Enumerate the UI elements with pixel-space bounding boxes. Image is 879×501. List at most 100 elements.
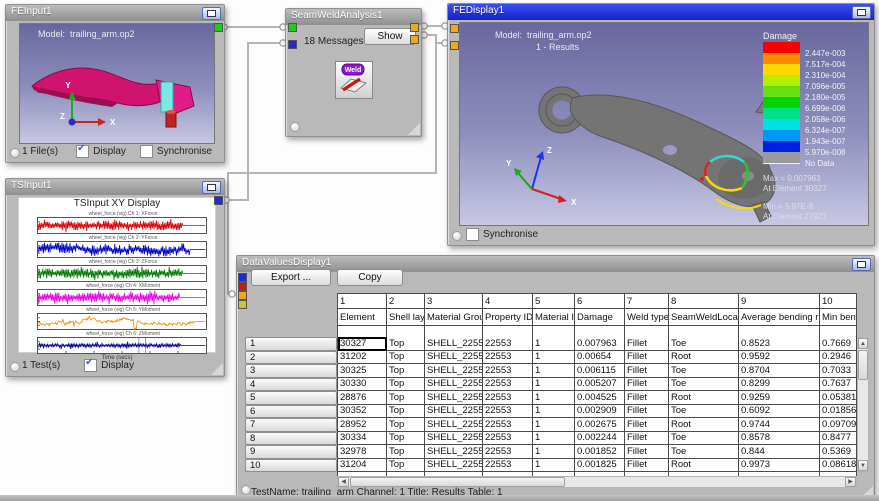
table-cell[interactable]: 6 bbox=[575, 294, 625, 309]
table-cell[interactable]: 10 bbox=[820, 294, 857, 309]
table-row-header[interactable]: 10 bbox=[245, 459, 337, 473]
table-cell[interactable]: 0.7669 bbox=[820, 337, 857, 351]
table-cell[interactable]: 0.8523 bbox=[739, 337, 820, 351]
fe-input-synchronise-checkbox[interactable] bbox=[140, 145, 153, 158]
fe-input-viewport[interactable]: Model: trailing_arm.op2 Y X Z bbox=[19, 23, 215, 144]
table-cell[interactable]: Fillet bbox=[625, 351, 669, 365]
table-cell[interactable]: Top bbox=[387, 378, 425, 392]
data-values-minimize-button[interactable] bbox=[852, 258, 871, 271]
fe-display-viewport[interactable]: Model: trailing_arm.op2 1 - Results bbox=[459, 22, 869, 226]
bottom-scroll-strip[interactable] bbox=[0, 495, 879, 501]
table-cell[interactable]: 31204 bbox=[338, 459, 387, 473]
table-cell[interactable]: Toe bbox=[669, 364, 739, 378]
table-cell[interactable]: Fillet bbox=[625, 378, 669, 392]
fe-input-display-checkbox[interactable] bbox=[76, 145, 89, 158]
table-cell[interactable]: SHELL_22553 bbox=[425, 459, 483, 473]
data-values-input-port-blue[interactable] bbox=[238, 273, 247, 282]
table-row-header[interactable]: 4 bbox=[245, 378, 337, 392]
table-cell[interactable]: 2 bbox=[387, 294, 425, 309]
seamweld-input-port-ts[interactable] bbox=[288, 40, 297, 49]
ts-channel-strip[interactable]: wheel_force (sig) Ch 3: ZForce bbox=[37, 259, 209, 282]
table-cell[interactable]: SHELL_22553 bbox=[425, 378, 483, 392]
ts-input-minimize-button[interactable] bbox=[202, 181, 221, 194]
copy-button[interactable]: Copy bbox=[337, 269, 403, 286]
ts-input-display-checkbox[interactable] bbox=[84, 359, 97, 372]
table-row-header[interactable]: 9 bbox=[245, 445, 337, 459]
table-cell[interactable]: Fillet bbox=[625, 391, 669, 405]
table-row-header[interactable]: 3 bbox=[245, 364, 337, 378]
table-cell[interactable]: 4 bbox=[483, 294, 533, 309]
table-cell[interactable]: 22553 bbox=[483, 445, 533, 459]
table-row-header[interactable]: 8 bbox=[245, 432, 337, 446]
table-cell[interactable]: 0.01856 bbox=[820, 405, 857, 419]
table-cell[interactable]: 5 bbox=[533, 294, 575, 309]
table-cell[interactable]: 0.001825 bbox=[575, 459, 625, 473]
table-cell[interactable]: Fillet bbox=[625, 445, 669, 459]
fe-display-synchronise-checkbox[interactable] bbox=[466, 228, 479, 241]
table-cell[interactable]: 32978 bbox=[338, 445, 387, 459]
table-row-header[interactable]: 1 bbox=[245, 337, 337, 351]
table-cell[interactable]: Property ID bbox=[483, 309, 533, 326]
table-cell[interactable]: 22553 bbox=[483, 391, 533, 405]
table-cell[interactable]: 0.9592 bbox=[739, 351, 820, 365]
table-cell[interactable]: 0.002244 bbox=[575, 432, 625, 446]
table-cell[interactable]: Toe bbox=[669, 405, 739, 419]
table-cell[interactable]: Element bbox=[338, 309, 387, 326]
table-cell[interactable]: Top bbox=[387, 459, 425, 473]
table-cell[interactable]: 22553 bbox=[483, 459, 533, 473]
table-cell[interactable]: Root bbox=[669, 418, 739, 432]
table-cell[interactable]: 22553 bbox=[483, 351, 533, 365]
table-cell[interactable]: Top bbox=[387, 351, 425, 365]
table-cell[interactable]: Material Group bbox=[425, 309, 483, 326]
ts-channel-strip[interactable]: wheel_force (sig) Ch 2: YForce bbox=[37, 235, 209, 258]
table-cell[interactable]: 3 bbox=[425, 294, 483, 309]
ts-input-output-port-ts[interactable] bbox=[214, 196, 223, 205]
table-cell[interactable]: Top bbox=[387, 364, 425, 378]
data-values-input-port-red[interactable] bbox=[238, 282, 247, 291]
table-cell[interactable]: 9 bbox=[739, 294, 820, 309]
table-cell[interactable]: 1 bbox=[533, 337, 575, 351]
table-cell[interactable]: Top bbox=[387, 337, 425, 351]
table-cell[interactable]: 0.006115 bbox=[575, 364, 625, 378]
table-cell[interactable]: 31202 bbox=[338, 351, 387, 365]
seamweld-output-port-results-2[interactable] bbox=[410, 35, 419, 44]
table-cell[interactable]: Toe bbox=[669, 432, 739, 446]
table-cell[interactable]: Average bending ratio bbox=[739, 309, 820, 326]
ts-channel-strip[interactable]: wheel_force (sig) Ch 6: ZMoment bbox=[37, 331, 209, 354]
table-cell[interactable]: Top bbox=[387, 432, 425, 446]
table-cell[interactable]: SHELL_22553 bbox=[425, 391, 483, 405]
table-cell[interactable]: 22553 bbox=[483, 337, 533, 351]
fe-input-output-port-fe[interactable] bbox=[214, 23, 223, 32]
table-cell[interactable]: Root bbox=[669, 351, 739, 365]
table-cell[interactable]: 0.9973 bbox=[739, 459, 820, 473]
table-cell[interactable]: Toe bbox=[669, 378, 739, 392]
table-cell[interactable]: Min bend bbox=[820, 309, 857, 326]
table-cell[interactable]: 0.5369 bbox=[820, 445, 857, 459]
fe-display-input-port-2[interactable] bbox=[450, 41, 459, 50]
table-cell[interactable]: 30327 bbox=[338, 337, 387, 351]
table-cell[interactable]: 0.09709 bbox=[820, 418, 857, 432]
table-cell[interactable]: 0.004525 bbox=[575, 391, 625, 405]
fe-input-titlebar[interactable]: FEInput1 bbox=[6, 5, 224, 21]
table-cell[interactable]: 1 bbox=[338, 294, 387, 309]
ts-input-resize-grip[interactable] bbox=[211, 363, 223, 375]
table-cell[interactable]: Damage bbox=[575, 309, 625, 326]
fe-display-titlebar[interactable]: FEDisplay1 bbox=[448, 4, 874, 20]
table-cell[interactable]: Top bbox=[387, 405, 425, 419]
data-values-titlebar[interactable]: DataValuesDisplay1 bbox=[237, 256, 874, 272]
data-values-input-port-orange[interactable] bbox=[238, 291, 247, 300]
table-cell[interactable]: Top bbox=[387, 391, 425, 405]
table-cell[interactable]: 22553 bbox=[483, 378, 533, 392]
table-row-header[interactable]: 5 bbox=[245, 391, 337, 405]
table-cell[interactable]: SeamWeldLocation bbox=[669, 309, 739, 326]
table-cell[interactable]: SHELL_22553 bbox=[425, 445, 483, 459]
table-cell[interactable]: 0.005207 bbox=[575, 378, 625, 392]
table-cell[interactable]: Top bbox=[387, 418, 425, 432]
table-cell[interactable]: 1 bbox=[533, 418, 575, 432]
table-cell[interactable]: 0.8578 bbox=[739, 432, 820, 446]
table-cell[interactable]: Root bbox=[669, 391, 739, 405]
table-cell[interactable]: 1 bbox=[533, 459, 575, 473]
weld-glyph-icon[interactable]: Weld bbox=[335, 61, 373, 99]
table-cell[interactable]: Fillet bbox=[625, 432, 669, 446]
table-cell[interactable]: SHELL_22553 bbox=[425, 405, 483, 419]
